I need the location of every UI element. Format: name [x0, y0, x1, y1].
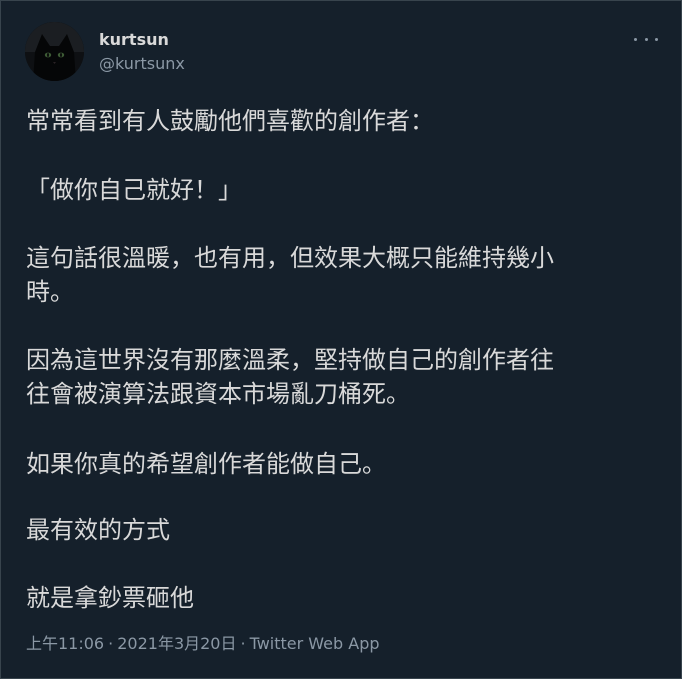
tweet-card: kurtsun @kurtsunx 常常看到有人鼓勵他們喜歡的創作者： 「做你自… [0, 0, 682, 679]
tweet-line: 這句話很溫暖，也有用，但效果大概只能維持幾小 [26, 244, 554, 272]
tweet-date-link[interactable]: 2021年3月20日 [117, 634, 236, 653]
black-cat-avatar-icon [25, 22, 84, 81]
more-dot [644, 37, 648, 41]
author-handle[interactable]: @kurtsunx [99, 54, 185, 74]
meta-separator: · [240, 634, 246, 653]
tweet-line: 往會被演算法跟資本市場亂刀桶死。 [26, 380, 410, 408]
meta-separator: · [108, 634, 114, 653]
tweet-line: 常常看到有人鼓勵他們喜歡的創作者： [26, 107, 434, 135]
tweet-line: 「做你自己就好！」 [26, 176, 242, 204]
tweet-line: 如果你真的希望創作者能做自己。 [26, 450, 386, 478]
avatar[interactable] [25, 22, 84, 81]
tweet-line: 時。 [26, 278, 74, 306]
tweet-meta: 上午11:06 · 2021年3月20日 · Twitter Web App [26, 634, 380, 654]
tweet-source-link[interactable]: Twitter Web App [250, 634, 380, 653]
tweet-line: 因為這世界沒有那麼溫柔，堅持做自己的創作者往 [26, 346, 554, 374]
tweet-line: 最有效的方式 [26, 516, 170, 544]
more-dot [634, 37, 637, 41]
tweet-time-link[interactable]: 上午11:06 [26, 634, 104, 653]
more-options-icon[interactable] [631, 29, 661, 49]
tweet-line: 就是拿鈔票砸他 [26, 584, 194, 612]
author-display-name[interactable]: kurtsun [99, 30, 169, 50]
more-dot [655, 37, 658, 41]
